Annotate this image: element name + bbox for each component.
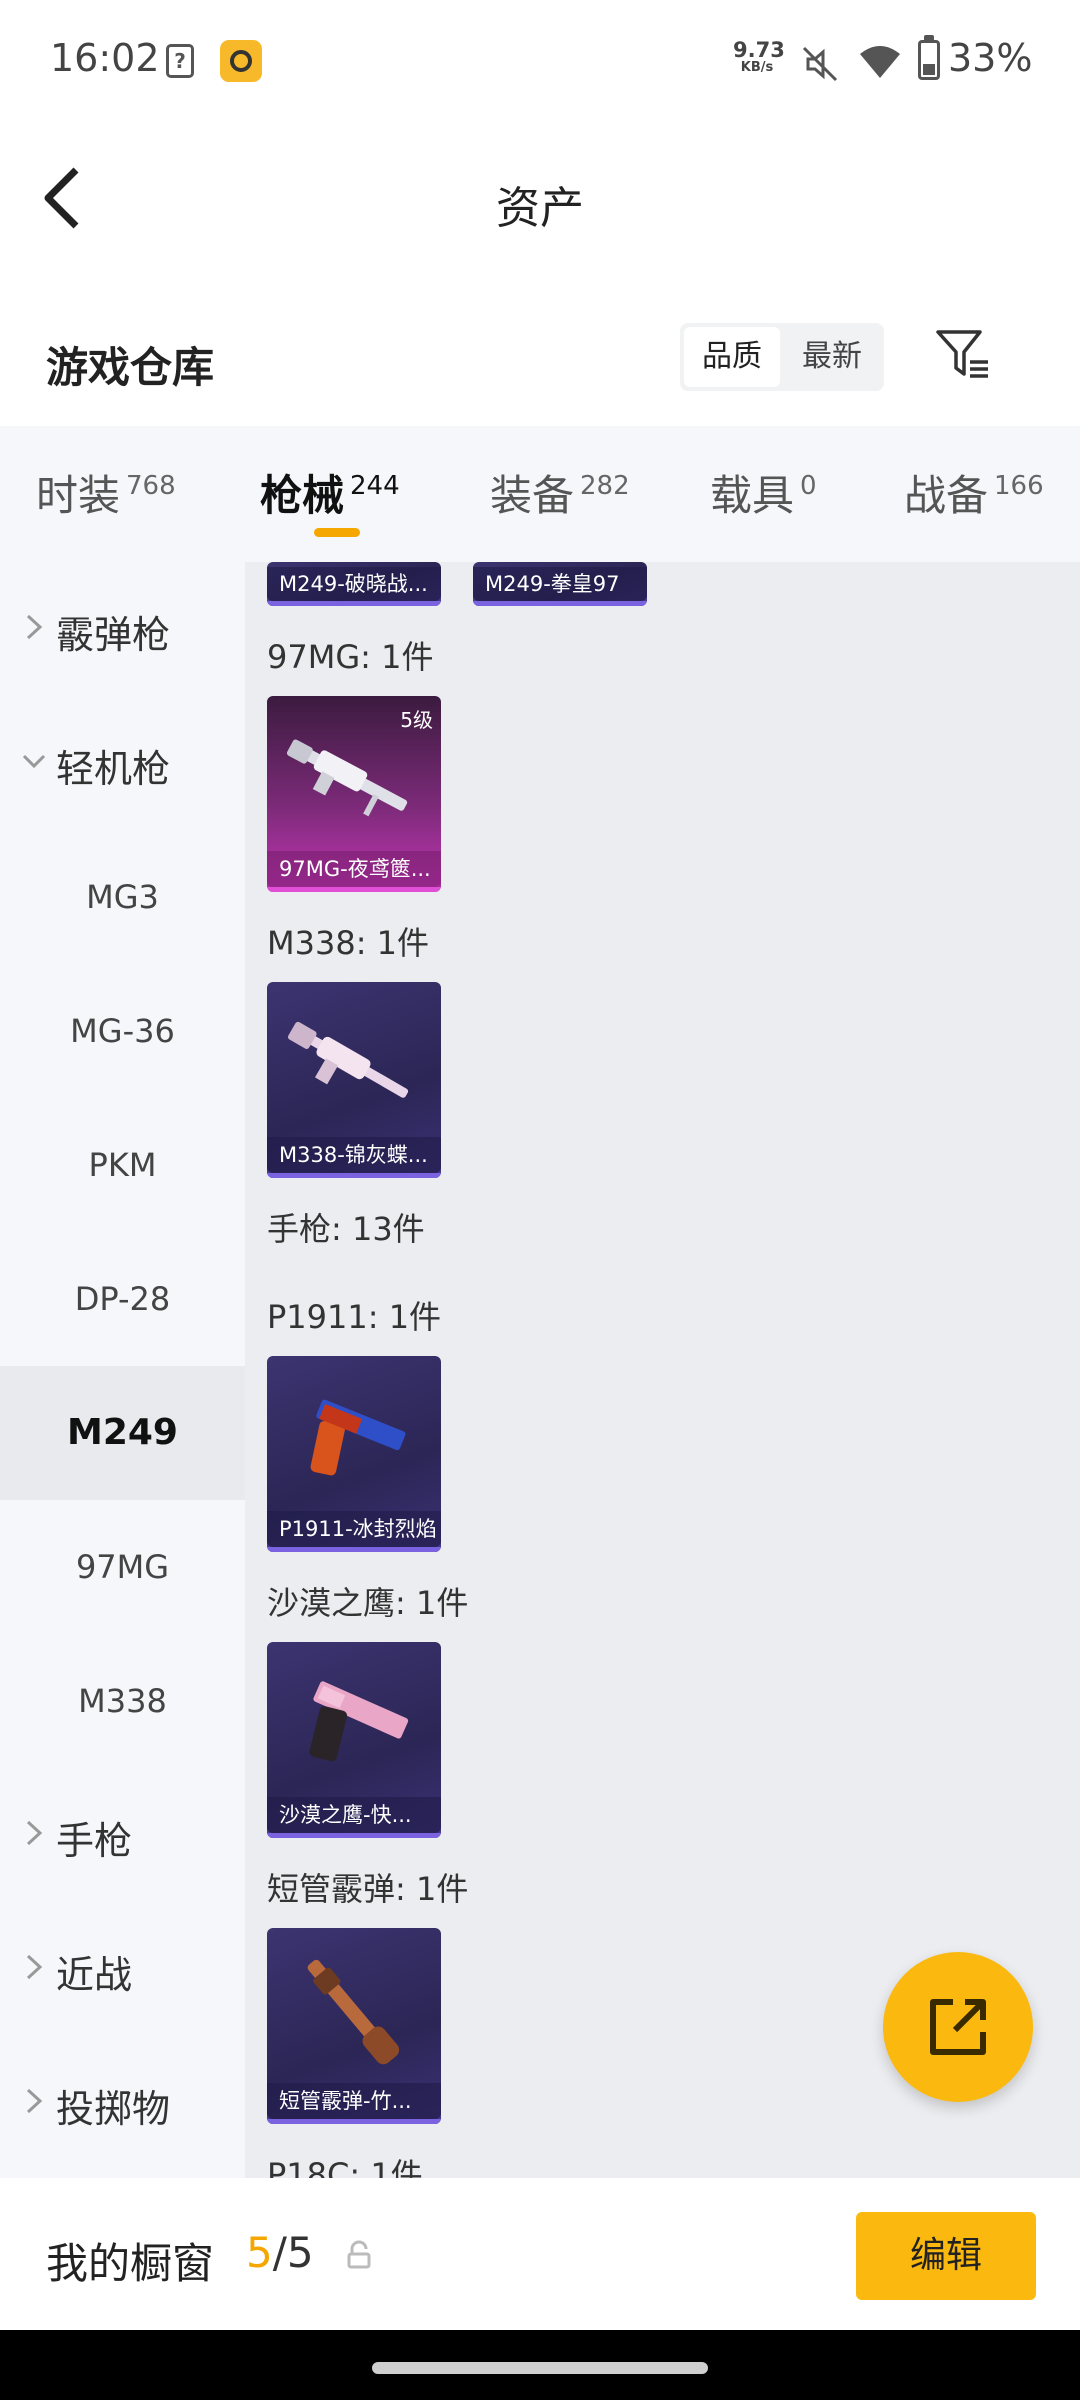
tab-guns[interactable]: 枪械 244	[260, 462, 400, 523]
sidebar-item-97mg[interactable]: 97MG	[0, 1500, 245, 1634]
chevron-right-icon	[26, 1954, 43, 1980]
section-label: 手枪: 13件	[267, 1210, 425, 1248]
weapon-card[interactable]: 5级 97MG-夜鸢篋...	[267, 696, 441, 892]
section-label: 97MG: 1件	[267, 638, 434, 676]
edit-button[interactable]: 编辑	[856, 2212, 1036, 2300]
app-notification-icon	[220, 40, 262, 82]
pistol-icon	[310, 1399, 406, 1476]
section-label: P1911: 1件	[267, 1298, 442, 1336]
tab-vehicles[interactable]: 载具 0	[710, 462, 817, 523]
page-title: 资产	[496, 183, 584, 234]
section-label: 短管霰弹: 1件	[267, 1870, 469, 1908]
section-label: M338: 1件	[267, 924, 430, 962]
weapon-card[interactable]: M249-拳皇97	[473, 562, 647, 606]
battery-icon	[918, 40, 940, 80]
weapon-card[interactable]: P1911-冰封烈焰	[267, 1356, 441, 1552]
battery-percent: 33%	[948, 36, 1033, 80]
network-speed: 9.73 KB/s	[733, 38, 785, 75]
chevron-right-icon	[26, 2088, 43, 2114]
status-bar: 16:02 ? 9.73 KB/s 33%	[0, 0, 1080, 120]
sidebar-item-mg3[interactable]: MG3	[0, 830, 245, 964]
section-label: P18C: 1件	[267, 2156, 423, 2178]
tab-fashion[interactable]: 时装 768	[36, 462, 176, 523]
sidebar-item-melee[interactable]: 近战	[0, 1902, 245, 2036]
sidebar-item-pistol[interactable]: 手枪	[0, 1768, 245, 1902]
mute-icon	[802, 46, 838, 82]
chevron-right-icon	[26, 614, 43, 640]
weapon-card[interactable]: M338-锦灰蝶...	[267, 982, 441, 1178]
sort-toggle: 品质 最新	[680, 323, 884, 391]
lock-icon	[347, 2240, 371, 2269]
weapon-card[interactable]: 沙漠之鹰-快...	[267, 1642, 441, 1838]
page-header: 资产	[0, 120, 1080, 270]
sidebar-item-shotgun[interactable]: 霰弹枪	[0, 562, 245, 696]
tab-supplies[interactable]: 战备 166	[904, 462, 1044, 523]
sidebar-item-throwable[interactable]: 投掷物	[0, 2036, 245, 2170]
sidebar-item-lmg[interactable]: 轻机枪	[0, 696, 245, 830]
sidebar-item-dp28[interactable]: DP-28	[0, 1232, 245, 1366]
weapon-sidebar: 霰弹枪 轻机枪 MG3 MG-36 PKM DP-28 M249 97MG M3…	[0, 562, 245, 2178]
warehouse-title: 游戏仓库	[46, 343, 215, 392]
tab-equipment[interactable]: 装备 282	[490, 462, 630, 523]
sidebar-item-pkm[interactable]: PKM	[0, 1098, 245, 1232]
lmg-icon	[287, 1021, 409, 1098]
home-gesture-handle[interactable]	[372, 2362, 708, 2374]
weapon-card[interactable]: 短管霰弹-竹...	[267, 1928, 441, 2124]
weapon-card[interactable]: M249-破晓战...	[267, 562, 441, 606]
share-button[interactable]	[883, 1952, 1033, 2102]
weapon-list: M249-破晓战... M249-拳皇97 97MG: 1件 5级 97MG-夜…	[245, 562, 1080, 2178]
sidebar-item-m338[interactable]: M338	[0, 1634, 245, 1768]
chevron-right-icon	[26, 1820, 43, 1846]
filter-icon[interactable]	[934, 326, 992, 384]
share-external-icon	[930, 1999, 986, 2055]
sidebar-item-m249[interactable]: M249	[0, 1366, 245, 1500]
wifi-icon	[860, 46, 900, 78]
sim-help-icon: ?	[166, 44, 194, 78]
active-tab-indicator	[314, 528, 360, 537]
section-label: 沙漠之鹰: 1件	[267, 1584, 469, 1622]
sort-newest-button[interactable]: 最新	[784, 327, 880, 387]
sidebar-item-mg36[interactable]: MG-36	[0, 964, 245, 1098]
lmg-icon	[286, 739, 408, 817]
chevron-down-icon	[22, 754, 46, 769]
status-time: 16:02	[50, 36, 160, 80]
showcase-bar: 我的橱窗 5/5 编辑	[0, 2178, 1080, 2330]
shotgun-icon	[307, 1959, 400, 2065]
showcase-count: 5/5	[246, 2228, 314, 2277]
showcase-title: 我的橱窗	[46, 2239, 215, 2288]
sort-quality-button[interactable]: 品质	[684, 327, 780, 387]
category-tabs: 时装 768 枪械 244 装备 282 载具 0 战备 166	[0, 426, 1080, 562]
pistol-icon	[309, 1681, 409, 1762]
system-nav-bar	[0, 2330, 1080, 2400]
